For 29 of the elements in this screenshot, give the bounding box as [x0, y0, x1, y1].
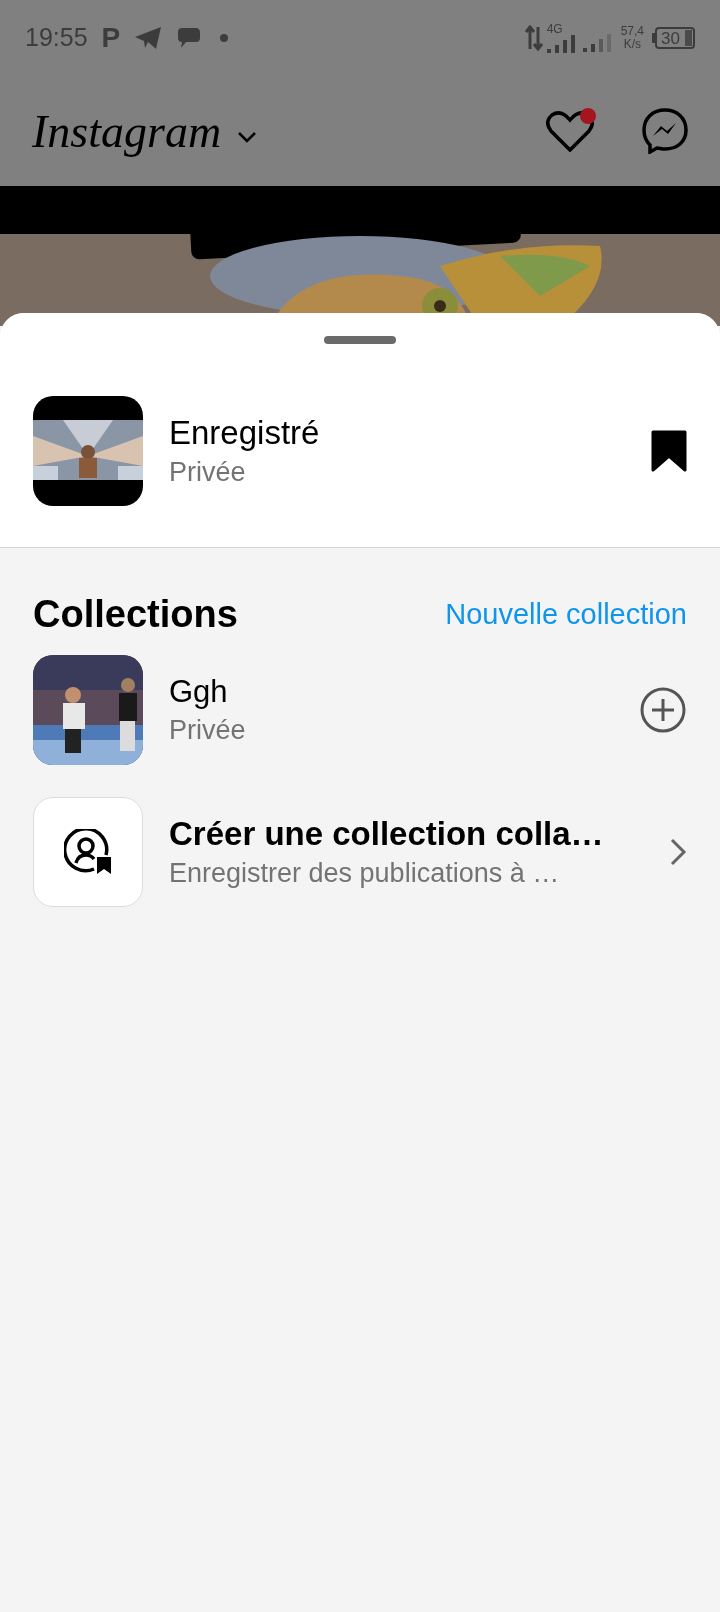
- chat-icon: [176, 26, 203, 50]
- instagram-logo[interactable]: Instagram: [32, 96, 222, 166]
- dot-icon: [220, 34, 229, 42]
- signal-icon: [582, 34, 613, 52]
- heart-icon[interactable]: [546, 110, 594, 152]
- drag-handle[interactable]: [324, 336, 396, 344]
- battery-icon: 30: [652, 27, 695, 49]
- speed-unit: K/s: [623, 38, 641, 51]
- collection-title[interactable]: Ggh: [169, 672, 639, 712]
- chevron-down-icon[interactable]: [237, 131, 258, 143]
- bookmark-icon[interactable]: [651, 430, 687, 472]
- section-title: Collections: [33, 592, 238, 637]
- create-collection-title[interactable]: Créer une collection colla…: [169, 813, 661, 855]
- app-letter: P: [101, 21, 121, 55]
- saved-title[interactable]: Enregistré: [169, 412, 651, 454]
- data-arrows-icon: [524, 25, 543, 51]
- create-collection-description: Enregistrer des publications à …: [169, 857, 561, 890]
- network-speed: 57,4: [620, 25, 644, 38]
- telegram-icon: [134, 26, 163, 50]
- chevron-right-icon[interactable]: [669, 837, 687, 867]
- collection-privacy: Privée: [169, 714, 247, 747]
- network-type: 4G: [546, 23, 563, 35]
- icon-tile[interactable]: [33, 797, 143, 907]
- user-bookmark-icon: [64, 829, 112, 875]
- saved-privacy: Privée: [169, 456, 247, 489]
- signal-icon: [546, 35, 577, 53]
- add-icon[interactable]: [639, 686, 687, 734]
- messenger-icon[interactable]: [642, 108, 688, 154]
- clock: 19:55: [25, 22, 88, 54]
